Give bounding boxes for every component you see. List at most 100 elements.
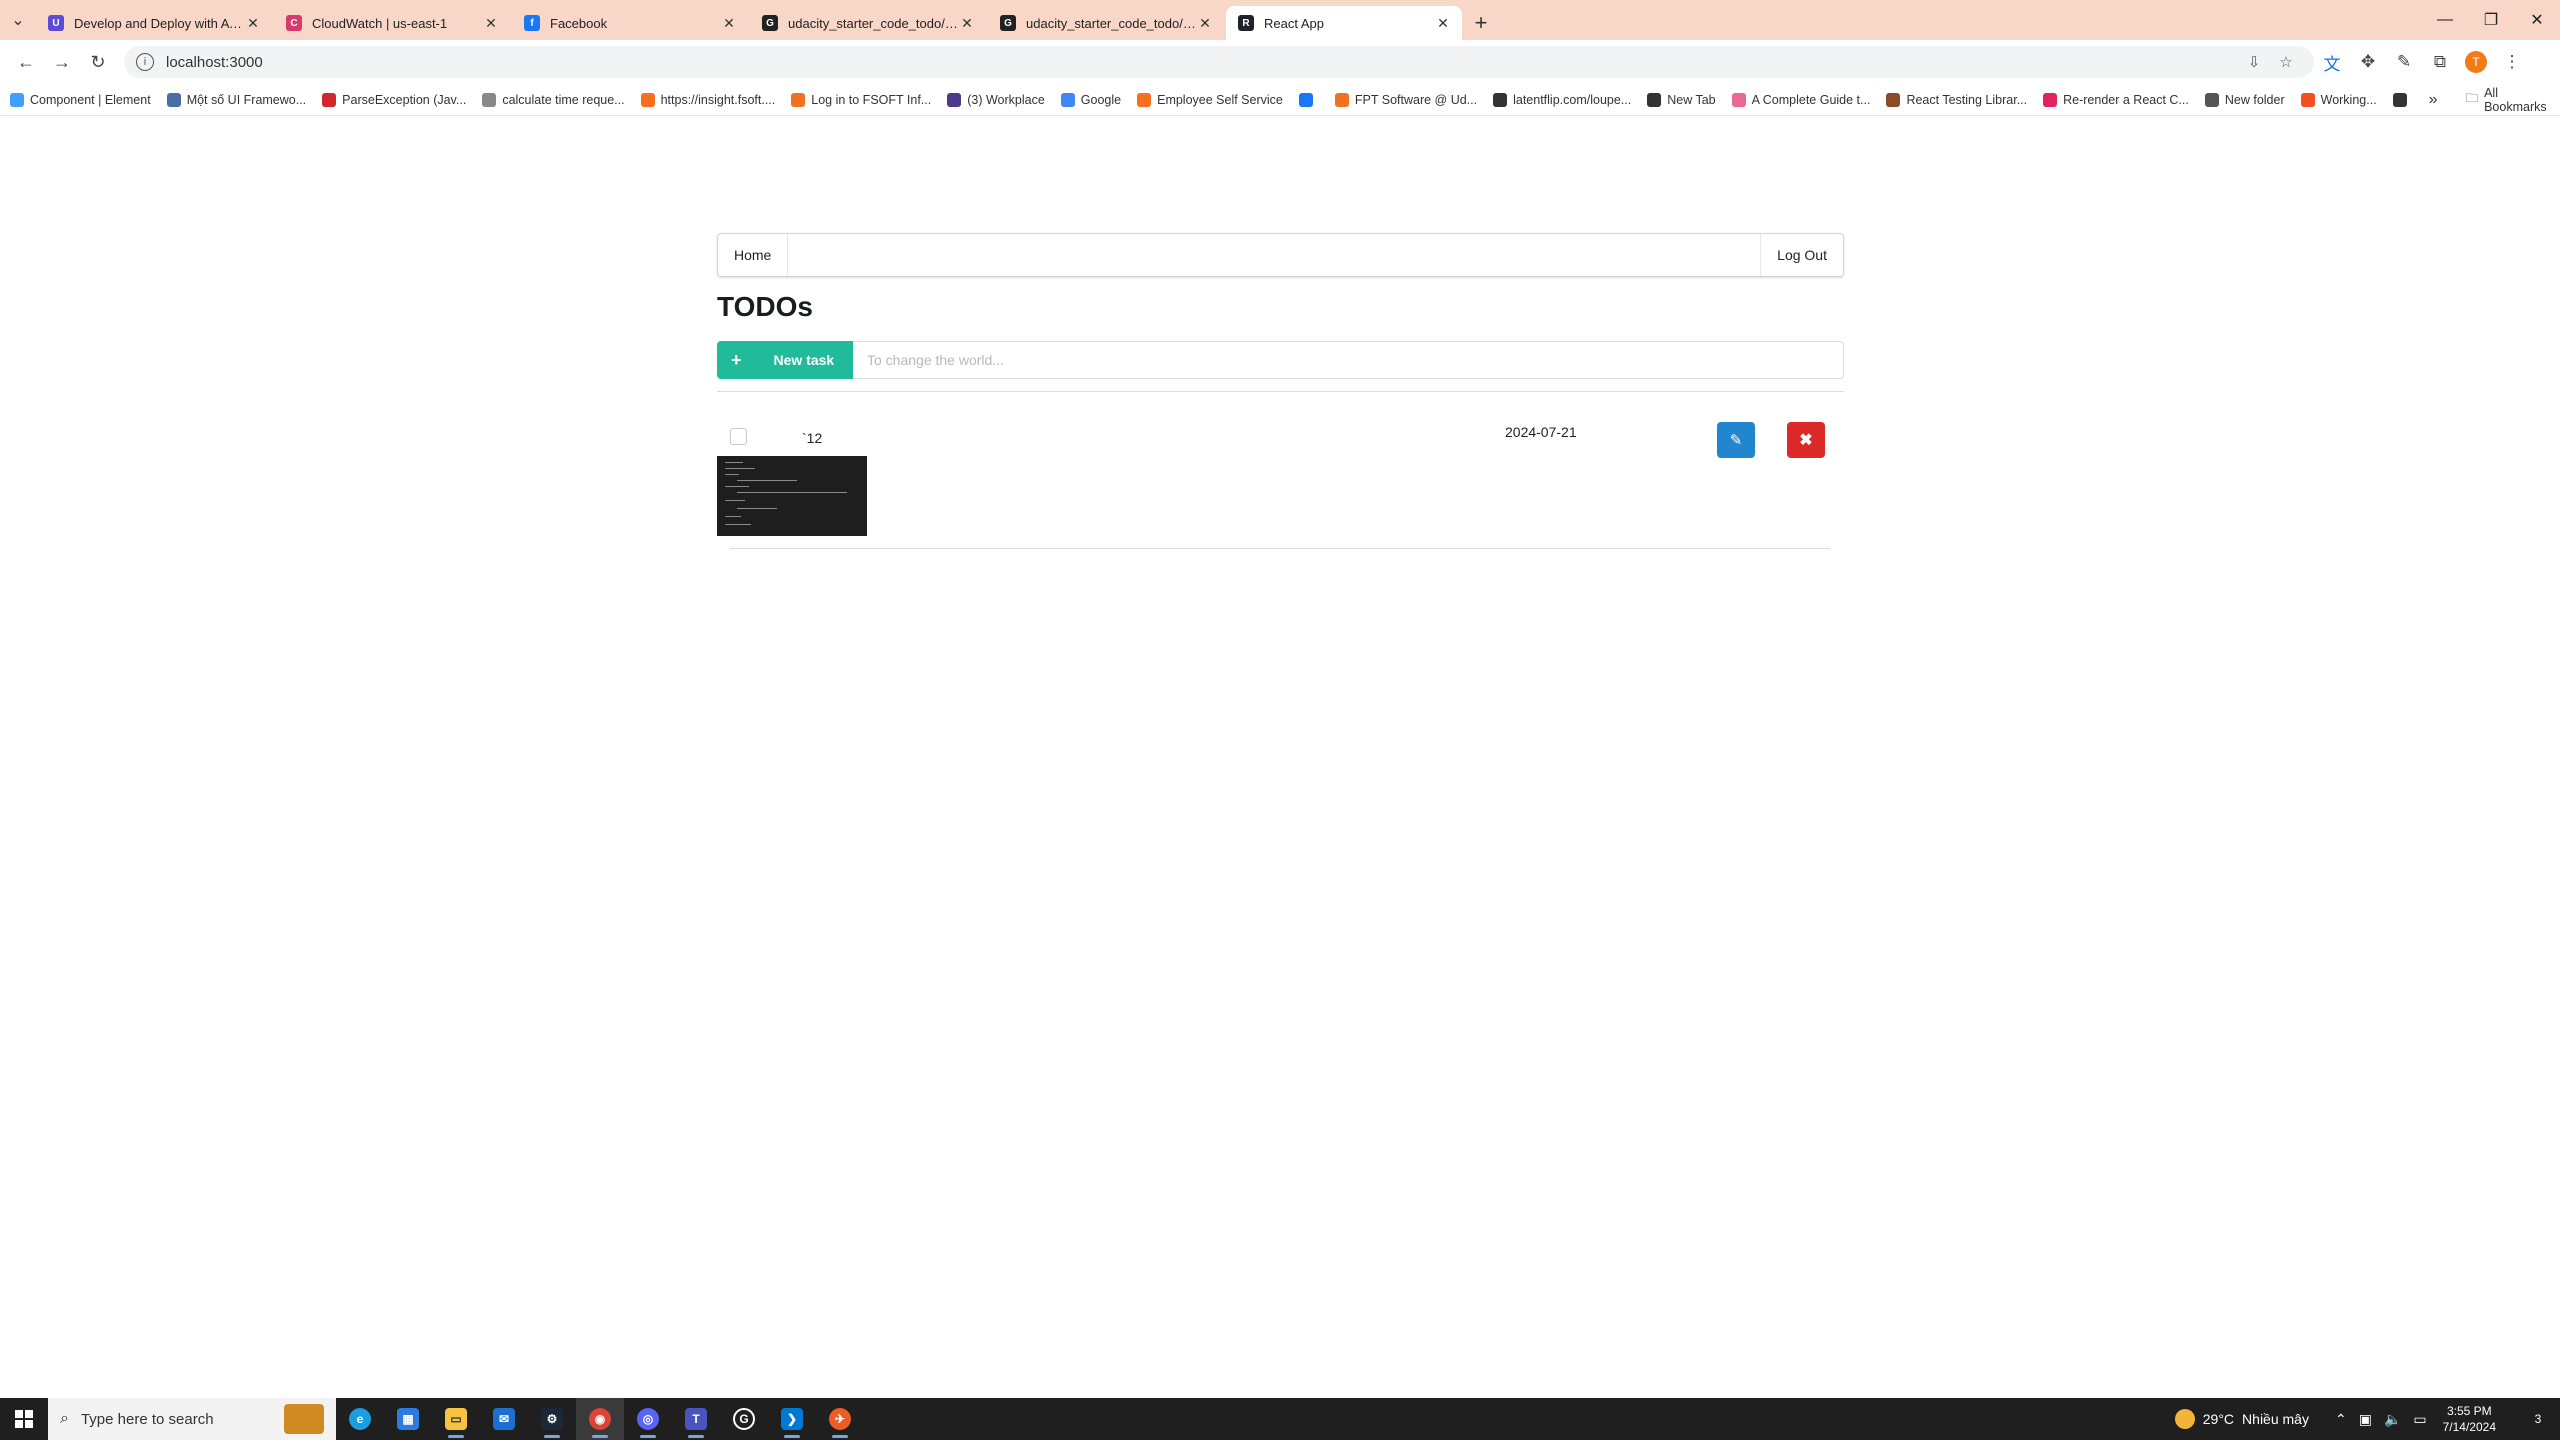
show-hidden-icons-icon[interactable]: ⌃ xyxy=(2335,1411,2347,1428)
bookmark-label: New Tab xyxy=(1667,92,1716,107)
edge-icon[interactable]: e xyxy=(336,1398,384,1440)
notification-icon[interactable]: 3 xyxy=(2516,1398,2560,1440)
bookmark-label: Working... xyxy=(2320,92,2377,107)
bookmark-item[interactable]: New Tab xyxy=(1647,92,1716,107)
windows-start-icon[interactable] xyxy=(0,1398,48,1440)
browser-toolbar: ← → ↻ i localhost:3000 ⇩ ☆ 文 ✥ ✎ ⧉ T ⋮ xyxy=(0,40,2560,84)
bookmark-item[interactable]: Re-render a React C... xyxy=(2043,92,2189,107)
tab-title: udacity_starter_code_todo/back xyxy=(1026,15,1196,31)
bookmark-item[interactable]: latentflip.com/loupe... xyxy=(1493,92,1632,107)
bookmark-item[interactable]: (3) Workplace xyxy=(947,92,1045,107)
steam-icon[interactable]: ⚙ xyxy=(528,1398,576,1440)
tab-favicon-icon: R xyxy=(1238,15,1254,31)
minimize-icon[interactable]: — xyxy=(2422,0,2468,40)
bookmark-favicon-icon xyxy=(1731,92,1746,107)
todo-app: Home Log Out TODOs + New task `12 2024-0… xyxy=(717,233,1844,552)
restore-icon[interactable]: ❐ xyxy=(2468,0,2514,40)
bookmark-item[interactable] xyxy=(1298,92,1319,107)
browser-tab[interactable]: U Develop and Deploy with AWS ✕ xyxy=(36,6,272,40)
top-menu: Home Log Out xyxy=(717,233,1844,277)
weather-widget[interactable]: 29°C Nhiều mây xyxy=(2174,1409,2309,1429)
postman-icon[interactable]: ✈ xyxy=(816,1398,864,1440)
bookmark-item[interactable]: A Complete Guide t... xyxy=(1731,92,1870,107)
clock[interactable]: 3:55 PM 7/14/2024 xyxy=(2443,1403,2496,1435)
bookmark-item[interactable]: React Testing Librar... xyxy=(1886,92,2027,107)
move-icon[interactable]: ✥ xyxy=(2350,44,2386,80)
bookmark-label: New folder xyxy=(2224,92,2285,107)
network-icon[interactable]: ▣ xyxy=(2359,1411,2372,1428)
todo-done-checkbox[interactable] xyxy=(730,428,747,445)
browser-tab[interactable]: R React App ✕ xyxy=(1226,6,1462,40)
bookmark-star-icon[interactable]: ☆ xyxy=(2270,46,2302,78)
tab-close-icon[interactable]: ✕ xyxy=(482,15,500,32)
extensions-icon[interactable]: ⧉ xyxy=(2422,44,2458,80)
home-link[interactable]: Home xyxy=(718,234,789,276)
bookmark-item[interactable]: Một số UI Framewo... xyxy=(166,92,306,107)
browser-tab[interactable]: Gudacity_starter_code_todo/clie ✕ xyxy=(750,6,986,40)
bookmark-favicon-icon xyxy=(2300,92,2315,107)
battery-icon[interactable]: ▭ xyxy=(2413,1411,2426,1428)
menu-kebab-icon[interactable]: ⋮ xyxy=(2494,44,2530,80)
bookmark-favicon-icon xyxy=(791,92,806,107)
logout-button[interactable]: Log Out xyxy=(1760,234,1843,276)
taskbar-search[interactable]: ⌕ Type here to search xyxy=(48,1398,336,1440)
translate-icon[interactable]: 文 xyxy=(2314,44,2350,80)
discord-icon[interactable]: ◎ xyxy=(624,1398,672,1440)
browser-tab[interactable]: f Facebook ✕ xyxy=(512,6,748,40)
bookmark-item[interactable]: Log in to FSOFT Inf... xyxy=(791,92,931,107)
bookmark-item[interactable]: Google xyxy=(1060,92,1121,107)
edit-todo-button[interactable]: ✎ xyxy=(1717,422,1755,458)
bookmark-item[interactable]: FPT Software @ Ud... xyxy=(1334,92,1477,107)
eyedropper-icon[interactable]: ✎ xyxy=(2386,44,2422,80)
bookmark-item[interactable]: https://insight.fsoft.... xyxy=(640,92,775,107)
teams-icon[interactable]: T xyxy=(672,1398,720,1440)
tab-close-icon[interactable]: ✕ xyxy=(244,15,262,32)
bookmark-item[interactable]: ParseException (Jav... xyxy=(322,92,466,107)
new-tab-button[interactable]: + xyxy=(1464,6,1498,40)
bookmark-favicon-icon xyxy=(322,92,337,107)
pencil-icon: ✎ xyxy=(1729,432,1743,449)
all-bookmarks-button[interactable]: 🗀 All Bookmarks xyxy=(2466,86,2550,114)
vscode-icon[interactable]: ❯ xyxy=(768,1398,816,1440)
bookmark-favicon-icon xyxy=(1493,92,1508,107)
store-icon[interactable]: ▦ xyxy=(384,1398,432,1440)
tab-close-icon[interactable]: ✕ xyxy=(1434,15,1452,32)
forward-icon[interactable]: → xyxy=(44,44,80,80)
chrome-icon[interactable]: ◉ xyxy=(576,1398,624,1440)
bookmark-item[interactable] xyxy=(2392,92,2413,107)
bookmark-favicon-icon xyxy=(640,92,655,107)
tab-close-icon[interactable]: ✕ xyxy=(958,15,976,32)
search-icon: ⌕ xyxy=(60,1410,69,1427)
bookmark-item[interactable]: New folder xyxy=(2204,92,2285,107)
bookmark-item[interactable]: Component | Element xyxy=(10,92,151,107)
tab-search-icon[interactable]: ⌄ xyxy=(0,0,36,40)
tab-close-icon[interactable]: ✕ xyxy=(1196,15,1214,32)
page-content: Home Log Out TODOs + New task `12 2024-0… xyxy=(0,117,2560,1398)
back-icon[interactable]: ← xyxy=(8,44,44,80)
new-task-button[interactable]: + New task xyxy=(717,341,853,379)
bookmark-item[interactable]: calculate time reque... xyxy=(482,92,625,107)
mail-icon[interactable]: ✉ xyxy=(480,1398,528,1440)
volume-icon[interactable]: 🔈 xyxy=(2384,1411,2401,1428)
address-bar[interactable]: i localhost:3000 ⇩ ☆ xyxy=(124,46,2314,78)
bookmark-label: latentflip.com/loupe... xyxy=(1513,92,1632,107)
github-desktop-icon[interactable]: G xyxy=(720,1398,768,1440)
address-url[interactable]: localhost:3000 xyxy=(166,54,2238,71)
browser-tab[interactable]: C CloudWatch | us-east-1 ✕ xyxy=(274,6,510,40)
install-app-icon[interactable]: ⇩ xyxy=(2238,46,2270,78)
more-bookmarks-icon[interactable]: » xyxy=(2429,91,2438,109)
tab-close-icon[interactable]: ✕ xyxy=(720,15,738,32)
tab-favicon-icon: G xyxy=(762,15,778,31)
bookmark-item[interactable]: Working... xyxy=(2300,92,2377,107)
new-task-input[interactable] xyxy=(853,341,1844,379)
delete-todo-button[interactable]: ✖ xyxy=(1787,422,1825,458)
bookmark-favicon-icon xyxy=(2043,92,2058,107)
close-window-icon[interactable]: ✕ xyxy=(2514,0,2560,40)
profile-avatar[interactable]: T xyxy=(2458,44,2494,80)
browser-tab[interactable]: Gudacity_starter_code_todo/back ✕ xyxy=(988,6,1224,40)
bookmark-favicon-icon xyxy=(1886,92,1901,107)
bookmark-item[interactable]: Employee Self Service xyxy=(1137,92,1283,107)
reload-icon[interactable]: ↻ xyxy=(80,44,116,80)
file-explorer-icon[interactable]: ▭ xyxy=(432,1398,480,1440)
site-info-icon[interactable]: i xyxy=(136,53,154,71)
